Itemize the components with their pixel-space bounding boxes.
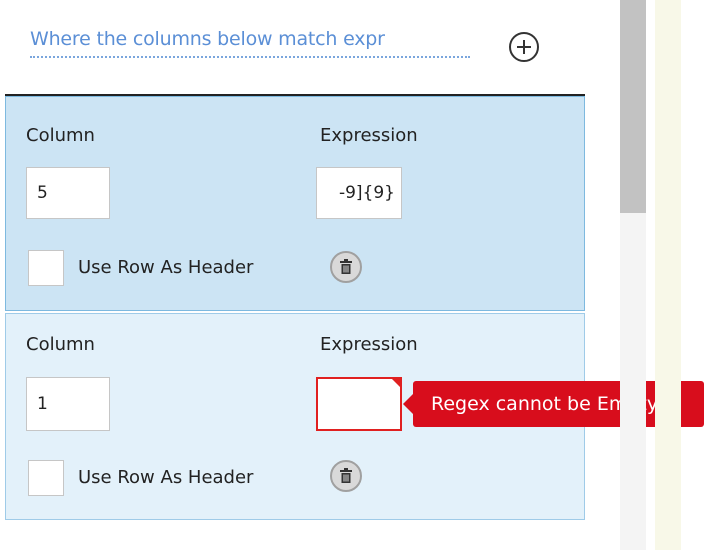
expression-label: Expression <box>320 334 418 355</box>
expression-label: Expression <box>320 125 418 146</box>
delete-row-button[interactable] <box>330 460 362 492</box>
add-expression-button[interactable] <box>509 32 539 62</box>
expression-input-text: -9]{9} <box>338 183 395 203</box>
use-row-as-header-label: Use Row As Header <box>78 257 254 278</box>
use-row-as-header-checkbox[interactable] <box>28 460 64 496</box>
column-input[interactable]: 5 <box>26 167 110 219</box>
adjacent-panel <box>655 0 681 550</box>
trash-icon <box>340 259 352 274</box>
expression-input[interactable]: -9]{9} <box>316 167 402 219</box>
use-row-as-header-label: Use Row As Header <box>78 467 254 488</box>
column-label: Column <box>26 125 95 146</box>
expression-row-1[interactable]: Column Expression 5 -9]{9} Use Row As He… <box>5 96 585 311</box>
scrollbar-thumb[interactable] <box>620 0 646 213</box>
plus-icon <box>517 40 531 54</box>
column-label: Column <box>26 334 95 355</box>
trash-icon <box>340 468 352 483</box>
expression-input-error[interactable] <box>316 377 402 431</box>
error-indicator-icon <box>391 379 400 388</box>
use-row-as-header-checkbox[interactable] <box>28 250 64 286</box>
delete-row-button[interactable] <box>330 251 362 283</box>
column-input[interactable]: 1 <box>26 377 110 431</box>
match-expression-link[interactable]: Where the columns below match expr <box>30 28 470 58</box>
